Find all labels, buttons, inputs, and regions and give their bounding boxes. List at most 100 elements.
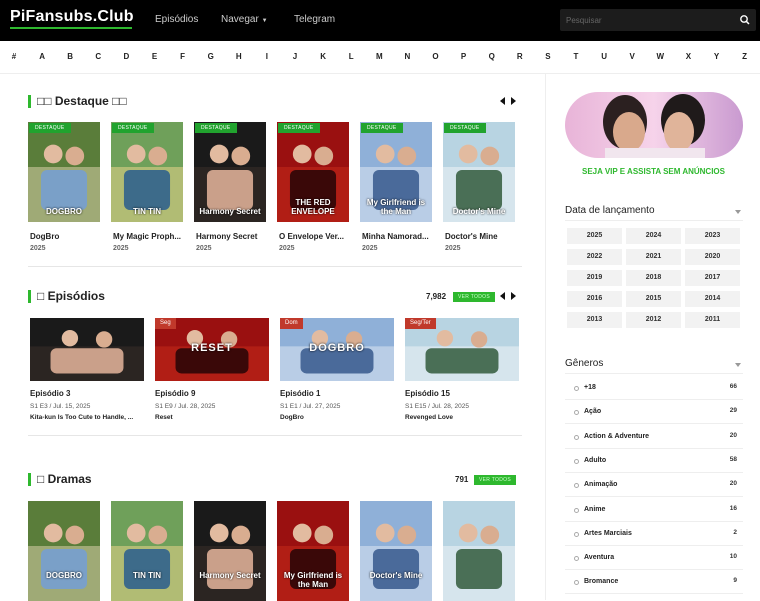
episode-show-name[interactable]: Kita-kun Is Too Cute to Handle, ...: [30, 414, 133, 421]
letter-filter-r[interactable]: R: [512, 52, 528, 61]
nav-navegar[interactable]: Navegar ▼: [221, 14, 268, 25]
card-title[interactable]: Minha Namorad...: [362, 232, 436, 241]
card-title[interactable]: DogBro: [30, 232, 104, 241]
genre-item[interactable]: Adulto 58: [565, 449, 743, 473]
episode-thumbnail[interactable]: [30, 318, 144, 381]
year-filter-2021[interactable]: 2021: [626, 249, 681, 265]
letter-filter-m[interactable]: M: [371, 52, 387, 61]
genre-item[interactable]: Bromance 9: [565, 570, 743, 595]
genre-item[interactable]: +18 66: [565, 376, 743, 400]
featured-poster[interactable]: TIN TIN DESTAQUE: [111, 122, 183, 222]
letter-filter-n[interactable]: N: [399, 52, 415, 61]
genre-item[interactable]: Ação 29: [565, 400, 743, 425]
search-icon[interactable]: [738, 13, 752, 27]
letter-filter-d[interactable]: D: [118, 52, 134, 61]
release-date-title[interactable]: Data de lançamento: [565, 205, 655, 216]
prev-arrow-icon[interactable]: [500, 292, 505, 300]
year-filter-2019[interactable]: 2019: [567, 270, 622, 286]
episode-meta: S1 E1 / Jul. 27, 2025: [280, 403, 341, 410]
episode-title[interactable]: Episódio 15: [405, 389, 450, 398]
card-title[interactable]: My Magic Proph...: [113, 232, 187, 241]
episode-show-name[interactable]: Reset: [155, 414, 173, 421]
site-logo[interactable]: PiFansubs.Club: [10, 8, 134, 26]
year-filter-2018[interactable]: 2018: [626, 270, 681, 286]
featured-poster[interactable]: Doctor's Mine DESTAQUE: [443, 122, 515, 222]
letter-filter-y[interactable]: Y: [709, 52, 725, 61]
letter-filter-l[interactable]: L: [343, 52, 359, 61]
year-filter-2015[interactable]: 2015: [626, 291, 681, 307]
letter-filter-j[interactable]: J: [287, 52, 303, 61]
episode-show-name[interactable]: Revenged Love: [405, 414, 453, 421]
drama-poster[interactable]: DOGBRO: [28, 501, 100, 601]
letter-filter-t[interactable]: T: [568, 52, 584, 61]
year-filter-2020[interactable]: 2020: [685, 249, 740, 265]
letter-filter-i[interactable]: I: [259, 52, 275, 61]
letter-filter-b[interactable]: B: [62, 52, 78, 61]
year-filter-2024[interactable]: 2024: [626, 228, 681, 244]
year-filter-2012[interactable]: 2012: [626, 312, 681, 328]
genre-item[interactable]: Artes Marciais 2: [565, 522, 743, 546]
letter-filter-g[interactable]: G: [203, 52, 219, 61]
letter-filter-s[interactable]: S: [540, 52, 556, 61]
drama-poster[interactable]: My Girlfriend is the Man: [277, 501, 349, 601]
letter-filter-u[interactable]: U: [596, 52, 612, 61]
episode-thumbnail[interactable]: DOGBRO Dom: [280, 318, 394, 381]
year-filter-2016[interactable]: 2016: [567, 291, 622, 307]
featured-poster[interactable]: My Girlfriend is the Man DESTAQUE: [360, 122, 432, 222]
chevron-down-icon[interactable]: [735, 210, 741, 214]
genre-item[interactable]: Animação 20: [565, 473, 743, 498]
letter-filter-z[interactable]: Z: [737, 52, 753, 61]
drama-poster[interactable]: Doctor's Mine: [360, 501, 432, 601]
card-title[interactable]: Doctor's Mine: [445, 232, 519, 241]
drama-poster[interactable]: [443, 501, 515, 601]
year-filter-2025[interactable]: 2025: [567, 228, 622, 244]
dramas-see-all-button[interactable]: VER TODOS: [474, 475, 516, 485]
search-input[interactable]: [566, 12, 736, 28]
letter-filter-o[interactable]: O: [428, 52, 444, 61]
episodes-see-all-button[interactable]: VER TODOS: [453, 292, 495, 302]
vip-banner-image[interactable]: [565, 92, 743, 158]
genre-item[interactable]: Aventura 10: [565, 546, 743, 571]
featured-poster[interactable]: Harmony Secret DESTAQUE: [194, 122, 266, 222]
year-filter-2022[interactable]: 2022: [567, 249, 622, 265]
letter-filter-a[interactable]: A: [34, 52, 50, 61]
letter-filter-e[interactable]: E: [147, 52, 163, 61]
year-filter-2017[interactable]: 2017: [685, 270, 740, 286]
featured-poster[interactable]: THE RED ENVELOPE DESTAQUE: [277, 122, 349, 222]
nav-telegram[interactable]: Telegram: [294, 14, 335, 25]
letter-filter-q[interactable]: Q: [484, 52, 500, 61]
episode-show-name[interactable]: DogBro: [280, 414, 304, 421]
letter-filter-w[interactable]: W: [652, 52, 668, 61]
prev-arrow-icon[interactable]: [500, 97, 505, 105]
vip-promo-text[interactable]: SEJA VIP E ASSISTA SEM ANÚNCIOS: [546, 167, 760, 176]
letter-filter-hash[interactable]: #: [6, 52, 22, 61]
genre-item[interactable]: Action & Adventure 20: [565, 425, 743, 449]
genre-item[interactable]: Anime 16: [565, 498, 743, 522]
episode-thumbnail[interactable]: Seg/Ter: [405, 318, 519, 381]
letter-filter-x[interactable]: X: [680, 52, 696, 61]
card-title[interactable]: Harmony Secret: [196, 232, 270, 241]
letter-filter-h[interactable]: H: [231, 52, 247, 61]
letter-filter-c[interactable]: C: [90, 52, 106, 61]
nav-episodios[interactable]: Episódios: [155, 14, 198, 25]
letter-filter-k[interactable]: K: [315, 52, 331, 61]
year-filter-2023[interactable]: 2023: [685, 228, 740, 244]
episode-title[interactable]: Episódio 9: [155, 389, 195, 398]
year-filter-2014[interactable]: 2014: [685, 291, 740, 307]
drama-poster[interactable]: Harmony Secret: [194, 501, 266, 601]
letter-filter-f[interactable]: F: [175, 52, 191, 61]
next-arrow-icon[interactable]: [511, 97, 516, 105]
letter-filter-p[interactable]: P: [456, 52, 472, 61]
year-filter-2011[interactable]: 2011: [685, 312, 740, 328]
year-filter-2013[interactable]: 2013: [567, 312, 622, 328]
genres-title[interactable]: Gêneros: [565, 358, 603, 369]
next-arrow-icon[interactable]: [511, 292, 516, 300]
card-title[interactable]: O Envelope Ver...: [279, 232, 353, 241]
chevron-down-icon[interactable]: [735, 363, 741, 367]
episode-thumbnail[interactable]: RESET Seg: [155, 318, 269, 381]
letter-filter-v[interactable]: V: [624, 52, 640, 61]
drama-poster[interactable]: TIN TIN: [111, 501, 183, 601]
featured-poster[interactable]: DOGBRO DESTAQUE: [28, 122, 100, 222]
episode-title[interactable]: Episódio 1: [280, 389, 320, 398]
episode-title[interactable]: Episódio 3: [30, 389, 70, 398]
